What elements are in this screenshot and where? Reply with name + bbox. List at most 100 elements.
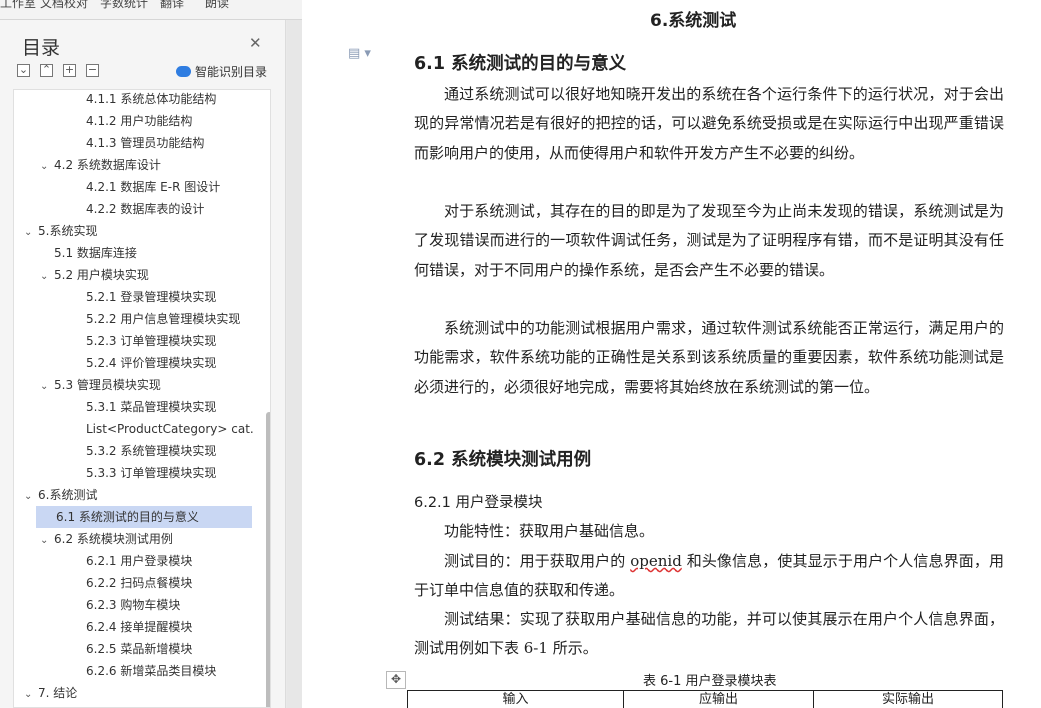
toc-item[interactable]: 6.2.4 接单提醒模块 xyxy=(14,616,254,638)
toc-item-label: 6.系统测试 xyxy=(38,488,98,502)
toc-item-label: 5.2.2 用户信息管理模块实现 xyxy=(86,312,241,326)
toc-pane: 目录 ✕ ⌄ ⌃ + − 智能识别目录 4.1.1 系统总体功能结构 4.1.2 … xyxy=(0,20,286,708)
page-icon[interactable]: ▤ ▾ xyxy=(348,46,371,61)
toc-item[interactable]: ⌄ 4.2 系统数据库设计 xyxy=(14,154,254,176)
toc-item[interactable]: 6.2.6 新增菜品类目模块 xyxy=(14,660,254,682)
toolbar-item[interactable]: 字数统计 xyxy=(100,0,148,11)
table-header-actual: 实际输出 xyxy=(881,692,934,707)
toc-item[interactable]: 5.2.2 用户信息管理模块实现 xyxy=(14,308,254,330)
close-icon[interactable]: ✕ xyxy=(249,34,262,52)
remove-heading-icon[interactable]: − xyxy=(86,64,99,77)
chevron-down-icon[interactable]: ⌄ xyxy=(24,684,38,704)
toc-item[interactable]: 6.2.3 购物车模块 xyxy=(14,594,254,616)
toc-item[interactable]: 4.2.2 数据库表的设计 xyxy=(14,198,254,220)
toc-item[interactable]: 5.3.3 订单管理模块实现 xyxy=(14,462,254,484)
toc-controls: ⌄ ⌃ + − xyxy=(17,64,99,77)
toc-item[interactable]: 4.2.1 数据库 E-R 图设计 xyxy=(14,176,254,198)
chevron-down-icon[interactable]: ⌄ xyxy=(24,222,38,242)
toc-item[interactable]: 6.2.2 扫码点餐模块 xyxy=(14,572,254,594)
toc-item[interactable]: ⌄ 5.2 用户模块实现 xyxy=(14,264,254,286)
toolbar-item[interactable]: 文档校对 xyxy=(40,0,88,11)
table-6-1: 输入 应输出 实际输出 xyxy=(407,690,1003,708)
heading-6-2-1: 6.2.1 用户登录模块 xyxy=(414,495,543,511)
toc-item[interactable]: 5.2.4 评价管理模块实现 xyxy=(14,352,254,374)
toc-list: 4.1.1 系统总体功能结构 4.1.2 用户功能结构 4.1.3 管理员功能结构 ⌄… xyxy=(13,89,271,708)
paragraph-2: 对于系统测试，其存在的目的即是为了发现至今为止尚未发现的错误，系统测试是为了发现… xyxy=(414,202,1004,279)
expand-all-icon[interactable]: ⌃ xyxy=(40,64,53,77)
toc-title: 目录 xyxy=(22,37,61,59)
paragraph-5: 测试目的：用于获取用户的 openid 和头像信息，使其显示于用户个人信息界面，… xyxy=(414,547,1004,606)
toc-item[interactable]: 5.1 数据库连接 xyxy=(14,242,254,264)
toc-item-label: 5.2 用户模块实现 xyxy=(54,268,149,282)
chevron-down-icon[interactable]: ⌄ xyxy=(40,376,54,396)
toc-item-label: 4.2.1 数据库 E-R 图设计 xyxy=(86,180,221,194)
p5-part-a: 测试目的：用于获取用户的 xyxy=(444,552,631,570)
chapter-heading-cut: 6.系统测试 xyxy=(650,11,737,31)
chevron-down-icon[interactable]: ⌄ xyxy=(40,530,54,550)
heading-6-1: 6.1 系统测试的目的与意义 xyxy=(414,54,627,74)
table-header-expected: 应输出 xyxy=(624,691,814,708)
toc-item-label: 6.2 系统模块测试用例 xyxy=(54,532,173,546)
toolbar-item[interactable]: 翻译 xyxy=(160,0,184,11)
toc-scrollbar[interactable] xyxy=(266,412,270,707)
add-heading-icon[interactable]: + xyxy=(63,64,76,77)
toc-item-label: 6.2.1 用户登录模块 xyxy=(86,554,193,568)
toc-item[interactable]: 6.2.5 菜品新增模块 xyxy=(14,638,254,660)
toc-item[interactable]: 5.3.1 菜品管理模块实现 xyxy=(14,396,254,418)
table-caption: 表 6-1 用户登录模块表 xyxy=(643,674,777,689)
toc-item[interactable]: 4.1.3 管理员功能结构 xyxy=(14,132,254,154)
toc-item[interactable]: ⌄ 6.2 系统模块测试用例 xyxy=(14,528,254,550)
toc-item-label: 6.2.5 菜品新增模块 xyxy=(86,642,193,656)
toc-item-label: 4.2.2 数据库表的设计 xyxy=(86,202,205,216)
toc-item-label: 4.1.2 用户功能结构 xyxy=(86,114,193,128)
toc-item[interactable]: ⌄ 5.3 管理员模块实现 xyxy=(14,374,254,396)
toc-item-label: 5.1 数据库连接 xyxy=(54,246,137,260)
heading-6-2: 6.2 系统模块测试用例 xyxy=(414,450,592,470)
smart-toc-label: 智能识别目录 xyxy=(195,65,268,79)
table-move-icon[interactable]: ✥ xyxy=(386,671,406,689)
toc-item-label: 5.系统实现 xyxy=(38,224,98,238)
toc-item-label: 5.2.4 评价管理模块实现 xyxy=(86,356,217,370)
toc-item[interactable]: ⌄ 7. 结论 xyxy=(14,682,254,704)
toc-item[interactable]: 6.2.1 用户登录模块 xyxy=(14,550,254,572)
toc-item-label: 5.3.3 订单管理模块实现 xyxy=(86,466,217,480)
chevron-down-icon[interactable]: ⌄ xyxy=(40,266,54,286)
toc-item[interactable]: ⌄ 6.系统测试 xyxy=(14,484,254,506)
toc-item[interactable]: List<ProductCategory> cat... xyxy=(14,418,254,440)
toc-item-label: List<ProductCategory> cat... xyxy=(86,422,254,436)
cloud-icon xyxy=(176,66,191,77)
toc-item[interactable]: 5.3.2 系统管理模块实现 xyxy=(14,440,254,462)
toc-item-label: 6.2.3 购物车模块 xyxy=(86,598,181,612)
paragraph-3: 系统测试中的功能测试根据用户需求，通过软件测试系统能否正常运行，满足用户的功能需… xyxy=(414,319,1004,396)
toc-item-label: 6.1 系统测试的目的与意义 xyxy=(56,510,199,524)
toc-item[interactable]: 5.2.3 订单管理模块实现 xyxy=(14,330,254,352)
toc-item-label: 4.1.3 管理员功能结构 xyxy=(86,136,205,150)
toolbar-item[interactable]: 朗读 xyxy=(205,0,229,11)
toc-item-label: 5.3 管理员模块实现 xyxy=(54,378,161,392)
toc-item-label: 5.2.3 订单管理模块实现 xyxy=(86,334,217,348)
paragraph-6: 测试结果：实现了获取用户基础信息的功能，并可以使其展示在用户个人信息界面，测试用… xyxy=(414,610,1004,658)
paragraph-4: 功能特性：获取用户基础信息。 xyxy=(444,522,655,540)
toc-item-label: 6.2.2 扫码点餐模块 xyxy=(86,576,193,590)
toc-item-label: 5.2.1 登录管理模块实现 xyxy=(86,290,217,304)
toc-item-label: 4.1.1 系统总体功能结构 xyxy=(86,92,217,106)
toc-item-label: 4.2 系统数据库设计 xyxy=(54,158,161,172)
openid-word: openid xyxy=(630,552,682,570)
paragraph-1: 通过系统测试可以很好地知晓开发出的系统在各个运行条件下的运行状况，对于会出现的异… xyxy=(414,85,1004,162)
toc-item-label: 6.2.4 接单提醒模块 xyxy=(86,620,193,634)
chevron-down-icon[interactable]: ⌄ xyxy=(24,486,38,506)
toc-item[interactable]: ⌄ 5.系统实现 xyxy=(14,220,254,242)
toc-item[interactable]: 6.1 系统测试的目的与意义 xyxy=(36,506,252,528)
toc-item-label: 5.3.2 系统管理模块实现 xyxy=(86,444,217,458)
toc-item-label: 7. 结论 xyxy=(38,686,78,700)
smart-toc-button[interactable]: 智能识别目录 xyxy=(176,63,267,80)
toc-item[interactable]: 4.1.1 系统总体功能结构 xyxy=(14,90,254,110)
toc-item[interactable]: 5.2.1 登录管理模块实现 xyxy=(14,286,254,308)
collapse-all-icon[interactable]: ⌄ xyxy=(17,64,30,77)
toc-item[interactable]: 4.1.2 用户功能结构 xyxy=(14,110,254,132)
chevron-down-icon[interactable]: ⌄ xyxy=(40,156,54,176)
table-header-input: 输入 xyxy=(408,691,624,708)
toc-item-label: 6.2.6 新增菜品类目模块 xyxy=(86,664,217,678)
toc-item-label: 5.3.1 菜品管理模块实现 xyxy=(86,400,217,414)
toolbar-item[interactable]: 工作室 xyxy=(0,0,36,11)
